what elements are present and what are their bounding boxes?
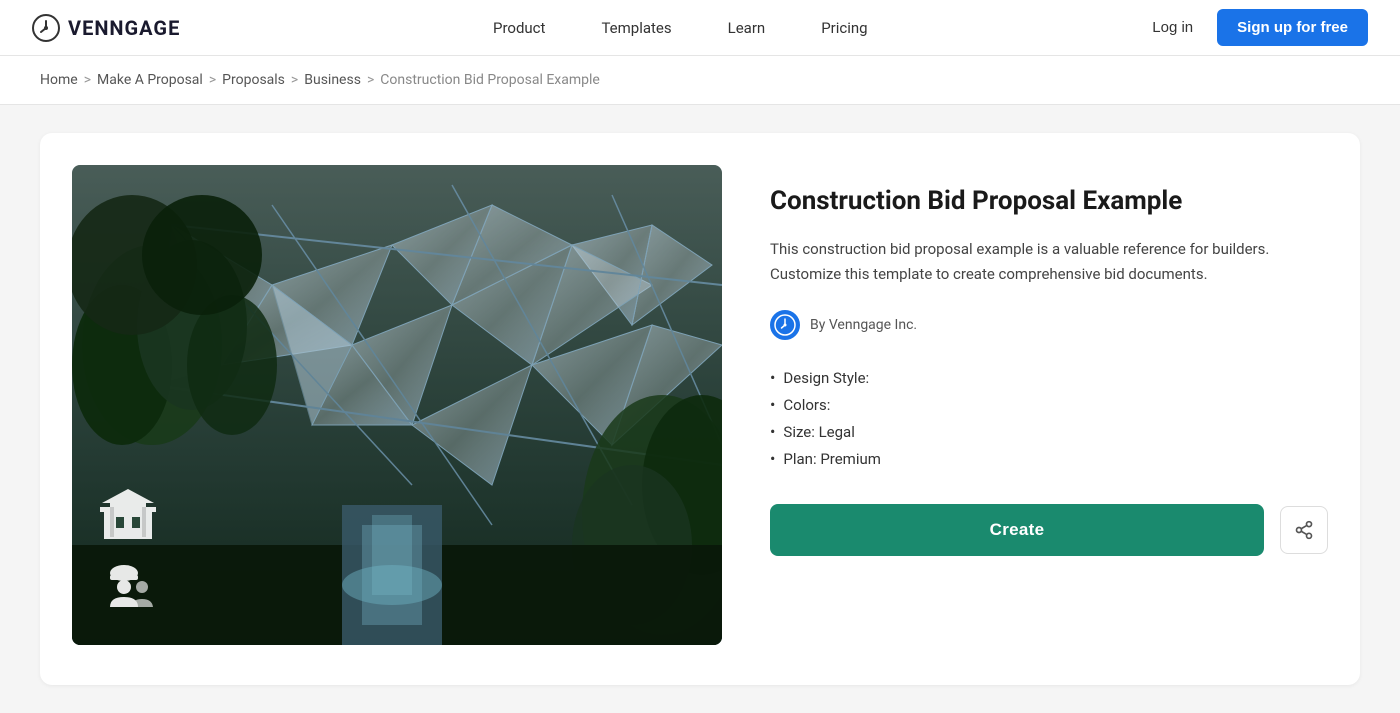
meta-plan: Plan: Premium [770, 445, 1328, 472]
signup-button[interactable]: Sign up for free [1217, 9, 1368, 46]
brand-name: VENNGAGE [68, 16, 180, 40]
logo-link[interactable]: VENNGAGE [32, 14, 180, 42]
template-card: Construction Bid Proposal Example This c… [40, 133, 1360, 685]
author-name: By Venngage Inc. [810, 317, 917, 333]
main-content: Construction Bid Proposal Example This c… [0, 105, 1400, 713]
template-overlay-icons [96, 481, 160, 621]
breadcrumb-home[interactable]: Home [40, 72, 78, 88]
meta-size: Size: Legal [770, 418, 1328, 445]
template-title: Construction Bid Proposal Example [770, 185, 1328, 219]
template-image-container [72, 165, 722, 645]
login-button[interactable]: Log in [1140, 11, 1205, 44]
venngage-logo-icon [32, 14, 60, 42]
building-icon [96, 481, 160, 545]
create-button[interactable]: Create [770, 504, 1264, 556]
breadcrumb-sep-3: > [291, 72, 298, 88]
breadcrumb-current: Construction Bid Proposal Example [380, 72, 600, 88]
worker-icon [96, 557, 160, 621]
meta-list: Design Style: Colors: Size: Legal Plan: … [770, 364, 1328, 472]
template-preview-image [72, 165, 722, 645]
venngage-avatar-icon [774, 314, 796, 336]
breadcrumb-business[interactable]: Business [304, 72, 361, 88]
breadcrumb-sep-2: > [209, 72, 216, 88]
details-panel: Construction Bid Proposal Example This c… [770, 165, 1328, 645]
nav-links: Product Templates Learn Pricing [220, 0, 1140, 56]
meta-colors: Colors: [770, 391, 1328, 418]
nav-pricing[interactable]: Pricing [793, 0, 895, 56]
nav-product[interactable]: Product [465, 0, 573, 56]
breadcrumb-proposals[interactable]: Proposals [222, 72, 285, 88]
breadcrumb-sep-4: > [367, 72, 374, 88]
breadcrumb-make-a-proposal[interactable]: Make A Proposal [97, 72, 203, 88]
author-row: By Venngage Inc. [770, 310, 1328, 340]
navbar: VENNGAGE Product Templates Learn Pricing… [0, 0, 1400, 56]
share-icon [1294, 520, 1314, 540]
author-avatar [770, 310, 800, 340]
breadcrumb: Home > Make A Proposal > Proposals > Bus… [0, 56, 1400, 105]
meta-design-style: Design Style: [770, 364, 1328, 391]
nav-templates[interactable]: Templates [573, 0, 699, 56]
share-button[interactable] [1280, 506, 1328, 554]
nav-learn[interactable]: Learn [700, 0, 794, 56]
action-row: Create [770, 504, 1328, 556]
breadcrumb-sep-1: > [84, 72, 91, 88]
template-description: This construction bid proposal example i… [770, 237, 1328, 287]
nav-actions: Log in Sign up for free [1140, 9, 1368, 46]
